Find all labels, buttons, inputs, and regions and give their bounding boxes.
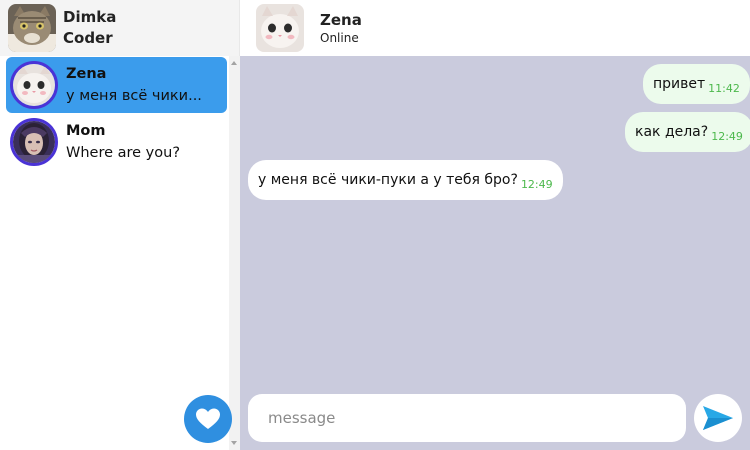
paper-plane-icon [703,406,733,430]
chat-item-preview: у меня всё чики... [66,88,202,104]
sidebar: Dimka Coder Zena у меня всё чики... Mom … [0,0,240,450]
chat-list-scrollbar[interactable] [229,56,240,450]
message-bubble-incoming: у меня всё чики-пуки а у тебя бро? 12:49 [248,160,563,200]
message-bubble-outgoing: привет 11:42 [643,64,750,104]
message-text: как дела? [635,124,709,140]
message-text: привет [653,76,706,92]
messenger-app: Dimka Coder Zena у меня всё чики... Mom … [0,0,750,450]
chat-item-name: Mom [66,123,106,139]
message-time: 12:49 [520,177,553,191]
profile-header[interactable]: Dimka Coder [0,0,239,56]
contact-avatar[interactable] [256,4,304,52]
chat-item-preview: Where are you? [66,145,181,161]
conversation-header: Zena Online [240,0,750,56]
message-time: 12:49 [711,129,743,143]
chat-item-zena[interactable]: Zena у меня всё чики... [6,57,227,113]
profile-subtitle: Coder [63,29,113,47]
scroll-down-arrow-icon[interactable] [231,441,237,445]
white-cat-avatar [10,61,58,109]
chat-item-name: Zena [66,66,107,82]
message-time: 11:42 [708,81,740,95]
cat-avatar [8,4,56,52]
profile-name: Dimka [63,8,117,26]
message-text: у меня всё чики-пуки а у тебя бро? [258,172,518,188]
conversation-panel: Zena Online привет 11:42 как дела? 12:49… [240,0,750,450]
message-input[interactable] [248,394,686,442]
send-button[interactable] [694,394,742,442]
heart-icon [196,408,220,429]
chat-list: Zena у меня всё чики... Mom Where are yo… [0,56,229,450]
scroll-up-arrow-icon[interactable] [231,61,237,65]
contact-status: Online [320,31,359,45]
woman-avatar [10,118,58,166]
chat-item-mom[interactable]: Mom Where are you? [6,114,227,170]
contact-name: Zena [320,11,362,29]
message-bubble-outgoing: как дела? 12:49 [625,112,750,152]
favorite-button[interactable] [184,395,232,443]
